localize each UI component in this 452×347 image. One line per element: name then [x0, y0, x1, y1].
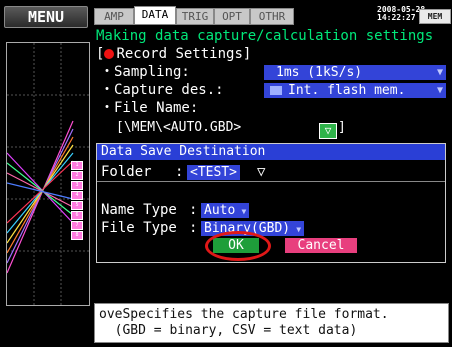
channel-markers: 1 2 3 4 5 6 7 8 [71, 161, 83, 241]
file-name-value: [\MEM\<AUTO.GBD> [116, 120, 242, 135]
save-destination-dialog: Data Save Destination Folder : <TEST> ▽ … [96, 143, 446, 263]
name-type-select[interactable]: Auto ▼ [201, 203, 250, 218]
menu-button[interactable]: MENU [4, 6, 88, 28]
screen: MENU 1 2 3 4 5 6 7 8 AMP DATA TRIG OPT O… [0, 0, 452, 347]
sampling-value: 1ms (1kS/s) [276, 65, 363, 80]
chevron-down-icon: ▼ [436, 85, 443, 96]
channel-marker: 5 [71, 201, 83, 210]
mem-usb-indicator: MEM USB [419, 9, 451, 34]
chevron-down-icon: ▼ [241, 207, 247, 216]
highlight-circle [205, 231, 271, 261]
section-title: [ Record Settings] [96, 46, 251, 62]
tab-trig[interactable]: TRIG [176, 8, 214, 25]
help-line-2: (GBD = binary, CSV = text data) [99, 323, 358, 338]
chevron-down-icon: ▼ [436, 67, 443, 78]
folder-select[interactable]: <TEST> [187, 165, 240, 180]
folder-value: <TEST> [190, 165, 237, 180]
capture-value: Int. flash mem. [288, 83, 406, 98]
section-bracket: [ [96, 46, 105, 62]
channel-marker: 1 [71, 161, 83, 170]
file-type-label: File Type [101, 220, 177, 236]
divider [97, 181, 445, 182]
capture-select[interactable]: Int. flash mem. ▼ [264, 83, 446, 98]
channel-marker: 8 [71, 231, 83, 240]
channel-marker: 7 [71, 221, 83, 230]
capture-label: ・Capture des.: [100, 82, 224, 98]
sampling-select[interactable]: 1ms (1kS/s) ▼ [264, 65, 446, 80]
cancel-button[interactable]: Cancel [285, 238, 357, 253]
folder-separator: : [175, 164, 184, 180]
channel-marker: 4 [71, 191, 83, 200]
record-dot-icon [104, 49, 115, 59]
name-type-value: Auto [204, 203, 236, 218]
tab-data[interactable]: DATA [134, 6, 176, 25]
dialog-title: Data Save Destination [97, 144, 445, 160]
channel-marker: 2 [71, 171, 83, 180]
file-name-label: ・File Name: [100, 100, 199, 116]
channel-marker: 3 [71, 181, 83, 190]
file-name-edit-button[interactable]: ▽ [319, 123, 337, 139]
channel-marker: 6 [71, 211, 83, 220]
help-line-1: oveSpecifies the capture file format. [99, 307, 389, 322]
page-heading: Making data capture/calculation settings [96, 28, 434, 44]
folder-dropdown-icon[interactable]: ▽ [257, 164, 265, 180]
file-type-separator: : [189, 220, 198, 236]
clock: 2008-05-28 14:22:27 [377, 6, 425, 22]
help-text-bar: oveSpecifies the capture file format. (G… [94, 303, 449, 343]
name-type-label: Name Type [101, 202, 177, 218]
flash-memory-icon [270, 86, 282, 95]
sampling-label: ・Sampling: [100, 64, 190, 80]
tab-amp[interactable]: AMP [94, 8, 134, 25]
name-type-separator: : [189, 202, 198, 218]
folder-label: Folder [101, 164, 152, 180]
section-label: Record Settings] [116, 46, 252, 62]
tab-bar: AMP DATA TRIG OPT OTHR 2008-05-28 14:22:… [94, 4, 451, 34]
waveform-preview: 1 2 3 4 5 6 7 8 [6, 42, 90, 306]
tab-opt[interactable]: OPT [214, 8, 250, 25]
chevron-down-icon: ▼ [296, 225, 302, 234]
tab-othr[interactable]: OTHR [250, 8, 294, 25]
clock-time: 14:22:27 [377, 13, 416, 22]
file-name-close: ] [338, 120, 346, 135]
